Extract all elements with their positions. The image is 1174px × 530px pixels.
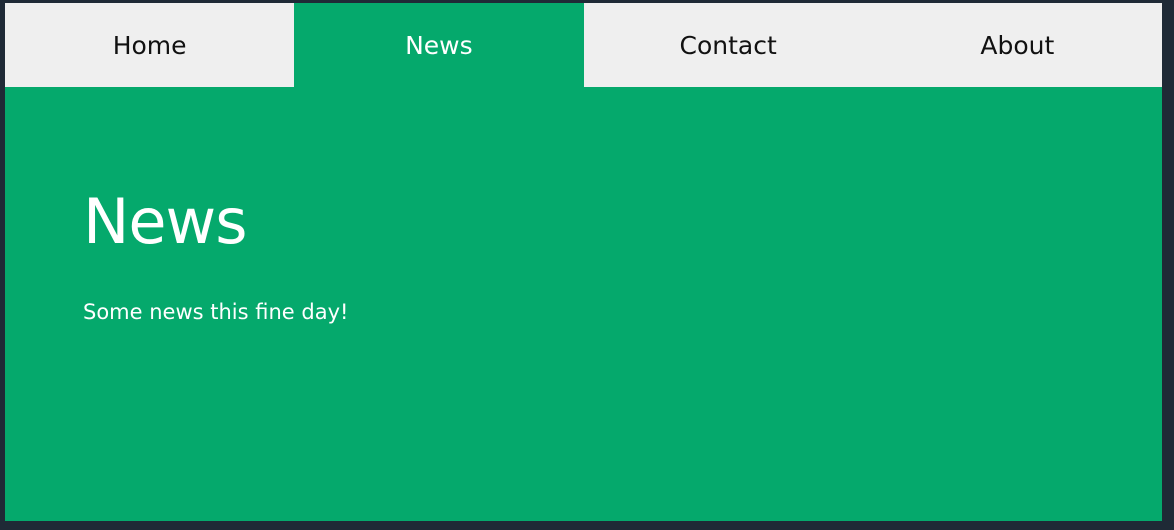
- tab-content-panel: News Some news this fine day!: [5, 87, 1162, 324]
- content-heading: News: [83, 185, 248, 258]
- tab-news[interactable]: News: [294, 3, 584, 87]
- content-text: Some news this fine day!: [83, 300, 349, 324]
- tab-home[interactable]: Home: [5, 3, 295, 87]
- tab-bar: Home News Contact About: [5, 3, 1162, 87]
- tab-about[interactable]: About: [872, 3, 1162, 87]
- tabbed-page: Home News Contact About News Some news t…: [5, 3, 1162, 521]
- tab-contact[interactable]: Contact: [583, 3, 873, 87]
